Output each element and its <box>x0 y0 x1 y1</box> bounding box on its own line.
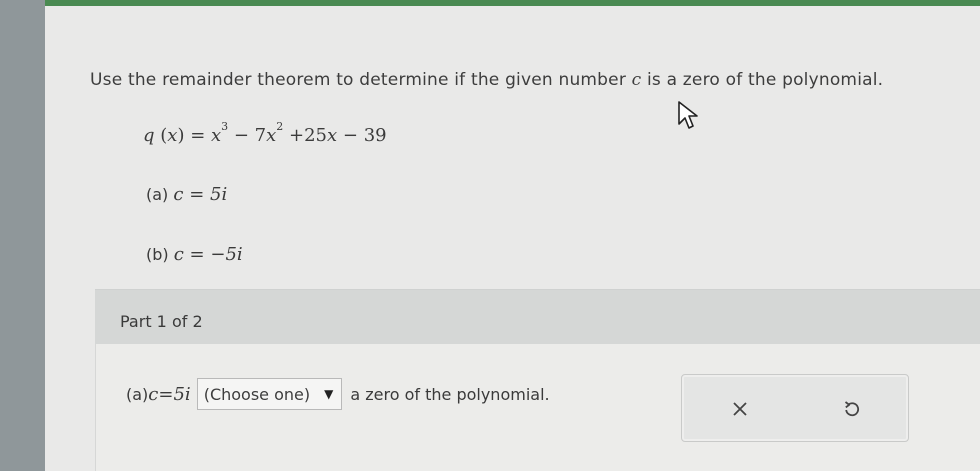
poly-function-name: q <box>143 125 155 146</box>
part-label: Part 1 of 2 <box>120 312 203 331</box>
answer-panel: (a) c = 5i (Choose one) ▼ a zero of the … <box>95 344 980 471</box>
poly-term2-exponent: 2 <box>276 120 284 133</box>
poly-equals: = <box>184 125 211 146</box>
answer-label: (a) <box>126 384 149 404</box>
question-text: Use the remainder theorem to determine i… <box>90 70 883 90</box>
left-margin <box>0 0 45 471</box>
item-a-label: (a) <box>146 185 174 204</box>
item-b-equals: = <box>183 244 211 265</box>
answer-variable: c <box>148 383 159 405</box>
choose-one-dropdown[interactable]: (Choose one) ▼ <box>196 378 343 410</box>
question-prefix: Use the remainder theorem to determine i… <box>90 70 632 90</box>
item-a-equals: = <box>183 184 210 205</box>
question-variable: c <box>631 70 642 90</box>
dropdown-arrow-icon: ▼ <box>324 387 334 401</box>
answer-row: (a) c = 5i (Choose one) ▼ a zero of the … <box>126 378 550 410</box>
poly-term4: − 39 <box>337 125 387 146</box>
item-a: (a) c = 5i <box>146 184 227 205</box>
answer-value: 5i <box>173 383 191 405</box>
dropdown-selected-value: (Choose one) <box>203 384 311 404</box>
item-b: (b) c = −5i <box>146 244 243 265</box>
undo-button[interactable] <box>838 395 866 423</box>
poly-term1-exponent: 3 <box>221 120 229 133</box>
poly-argument: x <box>167 125 178 146</box>
question-page: Use the remainder theorem to determine i… <box>45 6 980 471</box>
question-suffix: is a zero of the polynomial. <box>641 70 884 90</box>
polynomial-expression: q (x) = x3 − 7x2 +25x − 39 <box>143 120 387 146</box>
item-b-value: −5i <box>210 244 243 265</box>
poly-term3-coefficient: +25 <box>283 125 328 146</box>
poly-term2-base: x <box>266 125 277 146</box>
part-header: Part 1 of 2 <box>95 289 980 345</box>
item-b-variable: c <box>173 244 184 265</box>
poly-term3-base: x <box>327 125 338 146</box>
poly-term1-base: x <box>211 125 222 146</box>
answer-equals: = <box>158 383 174 405</box>
poly-term2-coefficient: − 7 <box>228 125 267 146</box>
item-b-label: (b) <box>146 245 174 264</box>
item-a-variable: c <box>173 184 184 205</box>
undo-icon <box>844 401 860 417</box>
clear-button[interactable] <box>726 395 754 423</box>
answer-tools <box>681 374 909 442</box>
close-icon <box>733 402 747 416</box>
item-a-value: 5i <box>210 184 228 205</box>
answer-suffix: a zero of the polynomial. <box>350 384 550 404</box>
mouse-pointer-icon <box>678 101 698 129</box>
